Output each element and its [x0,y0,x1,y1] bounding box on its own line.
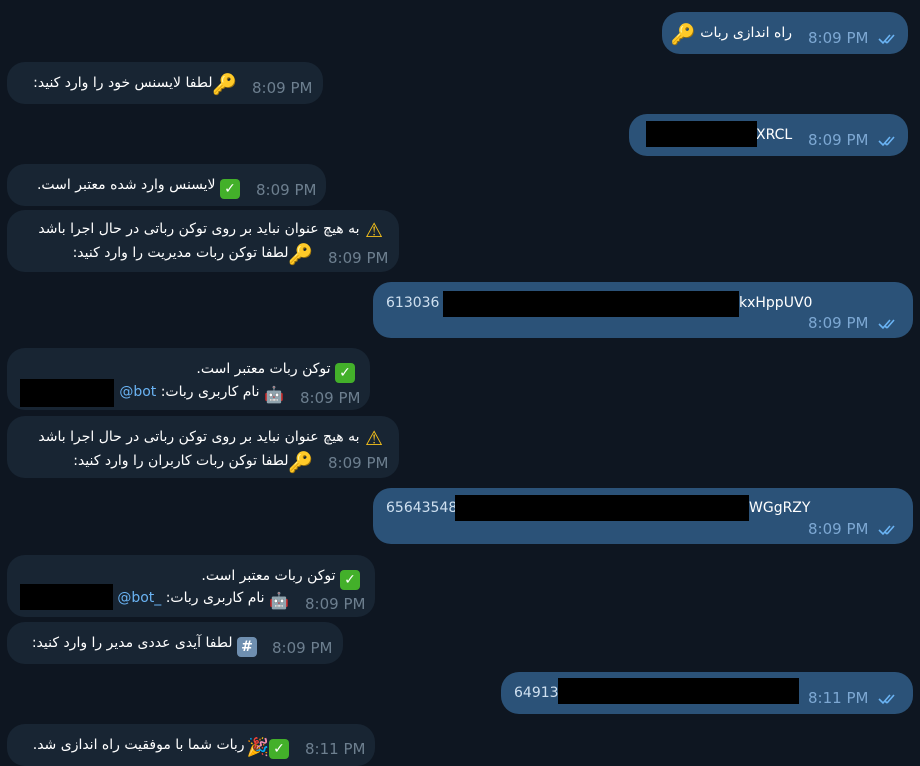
key-icon: 🔑 [288,450,313,474]
message-time: 8:09 PM [328,249,389,267]
message-text: راه اندازی ربات 🔑 [670,22,792,46]
message-bubble-in[interactable]: 🔑 لطفا لایسنس خود را وارد کنید: 8:09 PM [7,62,323,104]
message-time: 8:09 PM [300,389,361,407]
message-time: 8:09 PM [305,595,366,613]
check-mark-icon: ✓ [335,363,355,383]
message-text-start: 64913 [514,685,559,701]
key-icon: 🔑 [288,242,313,266]
redacted-block [646,121,757,147]
message-time: 8:09 PM [808,520,869,538]
message-time: 8:11 PM [305,740,366,758]
message-bubble-in[interactable]: ✓🎉 ربات شما با موفقیت راه اندازی شد. 8:1… [7,724,375,766]
key-icon: 🔑 [670,22,696,46]
robot-icon: 🤖 [269,591,289,610]
message-text-line2: 🔑 لطفا توکن ربات کاربران را وارد کنید: [73,450,313,474]
check-mark-icon: ✓ [269,739,289,759]
message-text-line2: 🤖 نام کاربری ربات: _bot@ [117,590,289,610]
key-icon: 🔑 [212,72,237,96]
message-text-start: 613036 [386,295,440,311]
message-text: # لطفا آیدی عددی مدیر را وارد کنید: [32,631,257,657]
message-bubble-in[interactable]: ⚠ به هیچ عنوان نباید بر روی توکن رباتی د… [7,416,399,478]
message-text: 🔑 لطفا لایسنس خود را وارد کنید: [33,72,237,96]
message-text: ✓🎉 ربات شما با موفقیت راه اندازی شد. [33,733,289,759]
message-bubble-out[interactable]: راه اندازی ربات 🔑 8:09 PM [662,12,908,54]
check-mark-icon: ✓ [340,570,360,590]
message-time: 8:11 PM [808,689,869,707]
redacted-block [455,495,749,521]
message-text: XRCL [756,127,793,143]
message-text-line1: ⚠ به هیچ عنوان نباید بر روی توکن رباتی د… [38,218,383,242]
message-time: 8:09 PM [808,131,869,149]
message-text-line2: 🔑 لطفا توکن ربات مدیریت را وارد کنید: [72,242,313,266]
message-text-line2: 🤖 نام کاربری ربات: bot@ [119,384,284,404]
message-time: 8:09 PM [328,454,389,472]
redacted-block [558,678,799,704]
message-time: 8:09 PM [252,79,313,97]
redacted-block [20,584,113,610]
party-popper-icon: 🎉 [246,737,269,758]
double-check-icon [878,34,895,45]
message-bubble-in[interactable]: # لطفا آیدی عددی مدیر را وارد کنید: 8:09… [7,622,343,664]
message-bubble-in[interactable]: ✓ لایسنس وارد شده معتبر است. 8:09 PM [7,164,326,206]
message-time: 8:09 PM [808,29,869,47]
username-link[interactable]: _bot@ [117,590,161,606]
message-time: 8:09 PM [256,181,317,199]
message-time: 8:09 PM [272,639,333,657]
hash-icon: # [237,637,257,657]
message-text-start: 65643548 [386,500,458,516]
double-check-icon [878,136,895,147]
message-bubble-in[interactable]: ⚠ به هیچ عنوان نباید بر روی توکن رباتی د… [7,210,399,272]
message-text-end: kxHppUV0 [739,295,813,311]
warning-icon: ⚠ [365,426,383,450]
double-check-icon [878,319,895,330]
robot-icon: 🤖 [264,385,284,404]
message-text-end: WGgRZY [749,500,811,516]
warning-icon: ⚠ [365,218,383,242]
double-check-icon [878,525,895,536]
message-text: ✓ لایسنس وارد شده معتبر است. [37,173,240,199]
double-check-icon [878,694,895,705]
redacted-block [443,291,739,317]
message-text-line1: ⚠ به هیچ عنوان نباید بر روی توکن رباتی د… [38,426,383,450]
message-time: 8:09 PM [808,314,869,332]
redacted-block [20,379,114,407]
username-link[interactable]: bot@ [119,384,156,400]
check-mark-icon: ✓ [220,179,240,199]
